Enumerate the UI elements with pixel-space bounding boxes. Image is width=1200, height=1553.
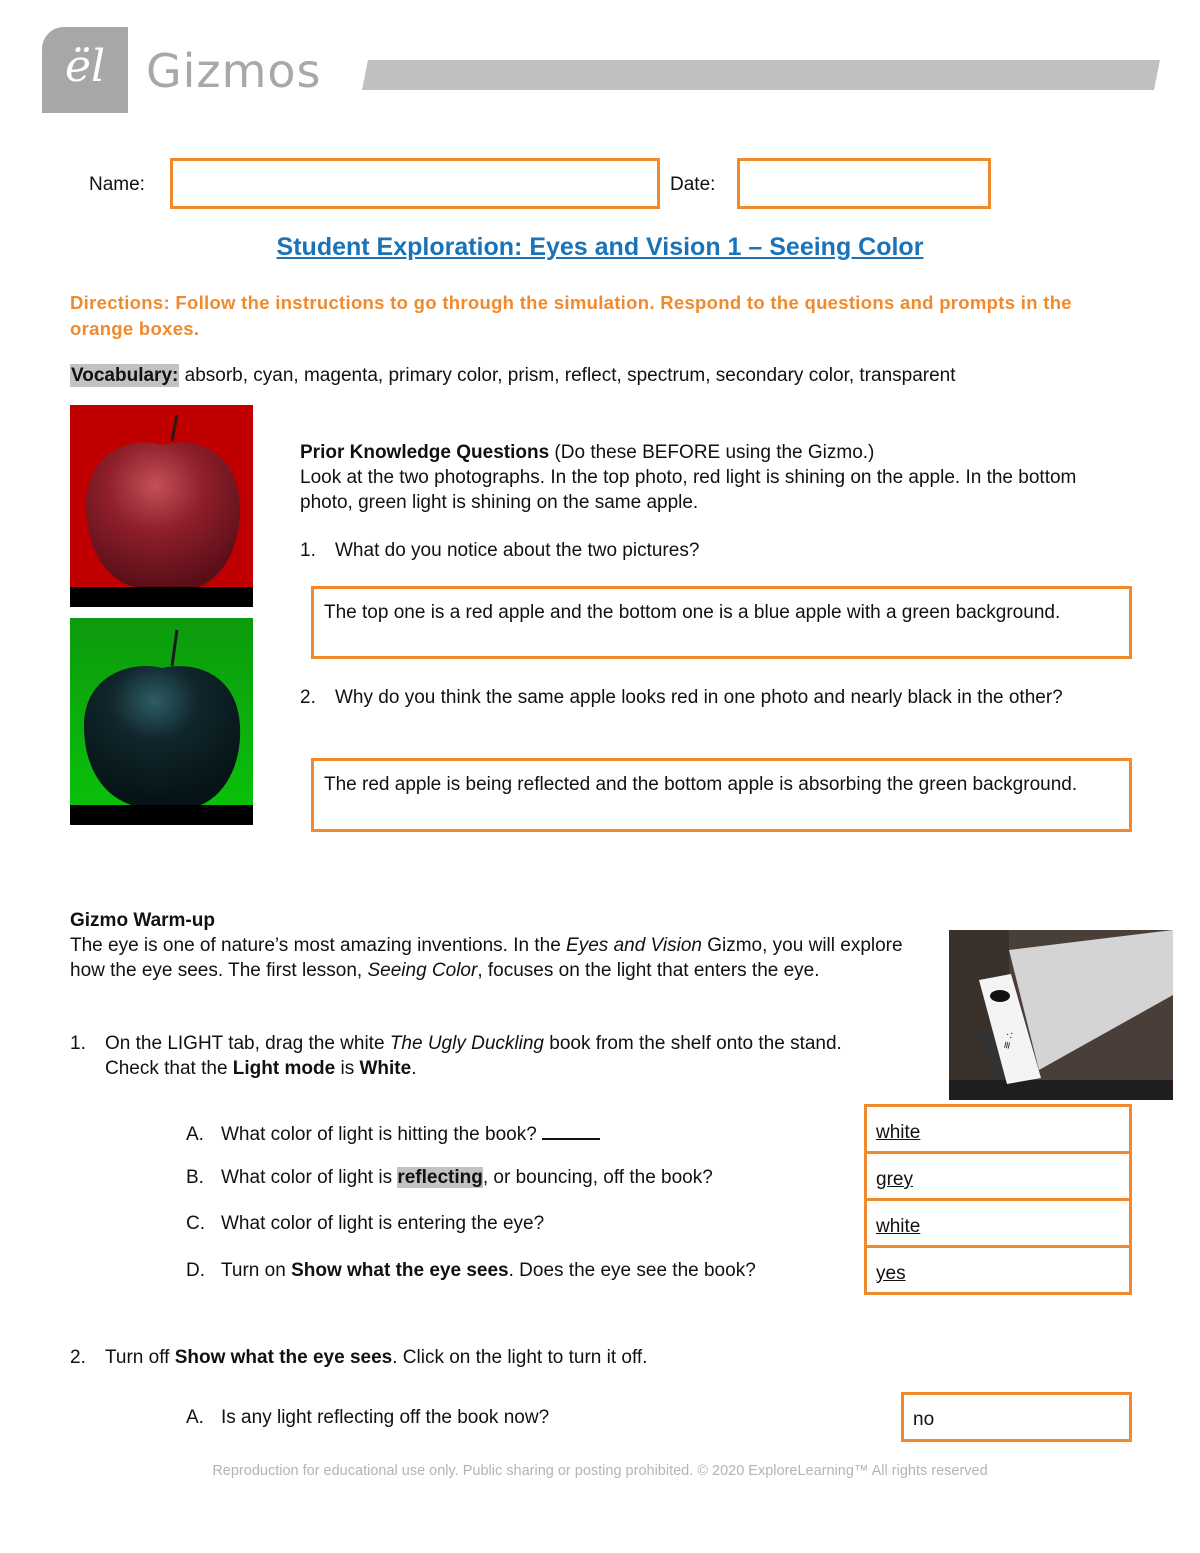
apple-red-icon	[86, 414, 241, 587]
pk-question-2: 2. Why do you think the same apple looks…	[300, 685, 1110, 710]
warmup-2a: A. Is any light reflecting off the book n…	[186, 1407, 550, 1428]
copyright-footer: Reproduction for educational use only. P…	[212, 1463, 988, 1479]
directions: Directions: Follow the instructions to g…	[70, 292, 1072, 339]
answer-text: The top one is a red apple and the botto…	[324, 602, 1061, 623]
question-number: 1.	[300, 540, 316, 561]
step-number: 1.	[70, 1033, 86, 1054]
question-text: What do you notice about the two picture…	[335, 540, 700, 561]
explorelearning-logo: ël	[42, 27, 128, 113]
warmup-1a: A. What color of light is hitting the boo…	[186, 1120, 601, 1146]
photo-floor	[70, 805, 253, 825]
warmup-step-2: 2. Turn off Show what the eye sees. Click…	[70, 1347, 648, 1368]
prior-knowledge-note: (Do these BEFORE using the Gizmo.)	[549, 442, 875, 463]
book-under-light-icon: ≡ ∴	[949, 930, 1173, 1100]
name-label: Name:	[89, 174, 145, 195]
warmup-1c: C. What color of light is entering the ey…	[186, 1213, 545, 1234]
answer-1c[interactable]: white	[864, 1198, 1132, 1248]
warmup-text: The eye is one of nature’s most amazing …	[70, 935, 903, 981]
warmup-1d: D. Turn on Show what the eye sees. Does t…	[186, 1260, 756, 1281]
apple-green-light-photo	[70, 618, 253, 825]
question-text: Why do you think the same apple looks re…	[335, 687, 1063, 708]
question-number: 2.	[300, 687, 316, 708]
page-title: Student Exploration: Eyes and Vision 1 –…	[276, 233, 924, 261]
header-bar	[362, 60, 1160, 90]
pk-answer-1[interactable]: The top one is a red apple and the botto…	[311, 586, 1132, 659]
warmup-1b: B. What color of light is reflecting, or …	[186, 1167, 713, 1188]
brand-name: Gizmos	[146, 44, 322, 98]
answer-2a[interactable]: no	[901, 1392, 1132, 1442]
prior-knowledge-text: Look at the two photographs. In the top …	[300, 467, 1077, 513]
answer-1a[interactable]: white	[864, 1104, 1132, 1154]
pk-answer-2[interactable]: The red apple is being reflected and the…	[311, 758, 1132, 832]
step-text: On the LIGHT tab, drag the white The Ugl…	[105, 1033, 842, 1079]
date-label: Date:	[670, 174, 716, 195]
warmup-heading: Gizmo Warm-up	[70, 910, 215, 931]
answer-1d[interactable]: yes	[864, 1245, 1132, 1295]
warmup-intro: Gizmo Warm-up The eye is one of nature’s…	[70, 908, 920, 983]
apple-dark-icon	[84, 629, 241, 806]
pk-question-1: 1. What do you notice about the two pictu…	[300, 538, 699, 563]
answer-1b[interactable]: grey	[864, 1151, 1132, 1201]
blank-line	[542, 1120, 601, 1140]
warmup-step-1: 1. On the LIGHT tab, drag the white The …	[70, 1031, 870, 1081]
date-field[interactable]	[737, 158, 991, 209]
name-field[interactable]	[170, 158, 660, 209]
prior-knowledge-heading: Prior Knowledge Questions	[300, 442, 550, 463]
photo-floor	[70, 587, 253, 607]
answer-text: The red apple is being reflected and the…	[324, 774, 1078, 795]
prior-knowledge-intro: Prior Knowledge Questions (Do these BEFO…	[300, 440, 1130, 515]
vocabulary: Vocabulary: absorb, cyan, magenta, prima…	[70, 364, 956, 387]
logo-glyph: ël	[64, 41, 106, 92]
apple-red-light-photo	[70, 405, 253, 607]
vocabulary-label: Vocabulary:	[70, 364, 180, 387]
vocabulary-terms: absorb, cyan, magenta, primary color, pr…	[179, 365, 956, 386]
gizmo-screenshot: ≡ ∴	[949, 930, 1173, 1100]
